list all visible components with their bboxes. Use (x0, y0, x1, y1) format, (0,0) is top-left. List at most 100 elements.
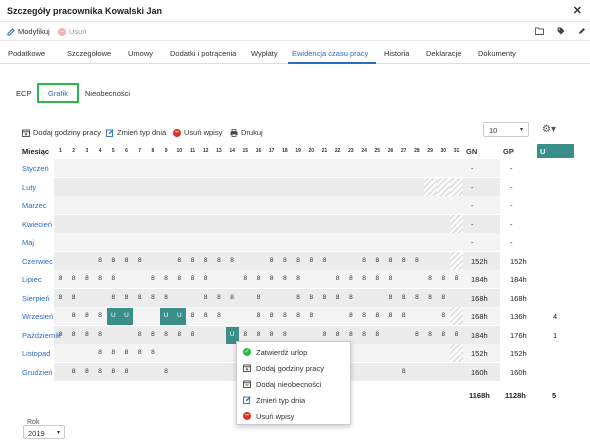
menu-item-remove[interactable]: – Usuń wpisy (243, 408, 294, 424)
day-cell[interactable]: 8 (160, 275, 173, 282)
vacation-day-cell[interactable]: U (172, 308, 186, 325)
tab-szczegolowe[interactable]: Szczegółowe (67, 49, 111, 58)
day-cell[interactable]: 8 (80, 331, 93, 338)
day-cell[interactable]: 8 (94, 331, 107, 338)
day-cell[interactable]: 8 (278, 257, 291, 264)
month-link[interactable]: Listopad (22, 349, 50, 358)
day-cell[interactable]: 8 (371, 331, 384, 338)
month-link[interactable]: Maj (22, 238, 34, 247)
day-cell[interactable]: 8 (212, 294, 225, 301)
day-cell[interactable]: 8 (252, 294, 265, 301)
day-cell[interactable]: 8 (173, 257, 186, 264)
day-cell[interactable]: 8 (371, 275, 384, 282)
menu-item-change-day[interactable]: Zmień typ dnia (243, 392, 305, 408)
day-cell[interactable]: 8 (397, 368, 410, 375)
day-cell[interactable]: 8 (318, 331, 331, 338)
day-cell[interactable]: 8 (199, 294, 212, 301)
day-cell[interactable]: 8 (292, 257, 305, 264)
day-cell[interactable]: 8 (371, 257, 384, 264)
change-day-button[interactable]: Zmień typ dnia (106, 128, 166, 137)
day-cell[interactable]: 8 (450, 275, 463, 282)
vacation-day-cell[interactable]: U (106, 308, 120, 325)
day-cell[interactable]: 8 (120, 294, 133, 301)
day-cell[interactable]: 8 (186, 331, 199, 338)
subtab-nieobecnosci[interactable]: Nieobecności (85, 89, 130, 98)
day-cell[interactable]: 8 (160, 294, 173, 301)
day-cell[interactable]: 8 (305, 294, 318, 301)
month-link[interactable]: Kwiecień (22, 220, 52, 229)
day-cell[interactable]: 8 (437, 312, 450, 319)
day-cell[interactable]: 8 (67, 331, 80, 338)
tab-umowy[interactable]: Umowy (128, 49, 153, 58)
day-cell[interactable]: 8 (239, 331, 252, 338)
day-cell[interactable]: 8 (133, 349, 146, 356)
day-cell[interactable]: 8 (344, 275, 357, 282)
day-cell[interactable]: 8 (226, 257, 239, 264)
day-cell[interactable]: 8 (410, 331, 423, 338)
day-cell[interactable]: 8 (292, 294, 305, 301)
day-cell[interactable]: 8 (292, 275, 305, 282)
day-cell[interactable]: 8 (424, 294, 437, 301)
month-link[interactable]: Czerwiec (22, 257, 53, 266)
day-cell[interactable]: 8 (252, 331, 265, 338)
year-select[interactable]: 2019 ▾ (23, 425, 65, 439)
day-cell[interactable]: 8 (437, 294, 450, 301)
close-icon[interactable]: ✕ (573, 4, 582, 17)
day-cell[interactable]: 8 (54, 331, 67, 338)
day-cell[interactable]: 8 (133, 294, 146, 301)
day-cell[interactable]: 8 (384, 294, 397, 301)
day-cell[interactable]: 8 (265, 331, 278, 338)
day-cell[interactable]: 8 (54, 275, 67, 282)
day-cell[interactable]: 8 (410, 257, 423, 264)
tab-deklaracje[interactable]: Deklaracje (426, 49, 461, 58)
day-cell[interactable]: 8 (358, 331, 371, 338)
tab-wyplaty[interactable]: Wypłaty (251, 49, 278, 58)
day-cell[interactable]: 8 (94, 257, 107, 264)
day-cell[interactable]: 8 (146, 331, 159, 338)
tab-historia[interactable]: Historia (384, 49, 409, 58)
day-cell[interactable]: 8 (146, 349, 159, 356)
tab-podatkowe[interactable]: Podatkowe (8, 49, 45, 58)
tag-icon[interactable] (557, 27, 565, 37)
day-cell[interactable]: 8 (94, 312, 107, 319)
day-cell[interactable]: 8 (305, 312, 318, 319)
day-cell[interactable]: 8 (410, 294, 423, 301)
remove-entries-button[interactable]: – Usuń wpisy (173, 128, 222, 137)
day-cell[interactable]: 8 (186, 312, 199, 319)
day-cell[interactable]: 8 (146, 294, 159, 301)
page-size-select[interactable]: 10 ▾ (483, 122, 529, 137)
month-link[interactable]: Sierpień (22, 294, 50, 303)
day-cell[interactable]: 8 (107, 349, 120, 356)
day-cell[interactable]: 8 (120, 368, 133, 375)
day-cell[interactable]: 8 (331, 331, 344, 338)
day-cell[interactable]: 8 (265, 257, 278, 264)
day-cell[interactable]: 8 (371, 312, 384, 319)
day-cell[interactable]: 8 (67, 312, 80, 319)
day-cell[interactable]: 8 (384, 257, 397, 264)
subtab-ecp[interactable]: ECP (16, 89, 31, 98)
day-cell[interactable]: 8 (80, 275, 93, 282)
day-cell[interactable]: 8 (199, 257, 212, 264)
day-cell[interactable]: 8 (67, 275, 80, 282)
day-cell[interactable]: 8 (160, 331, 173, 338)
day-cell[interactable]: 8 (424, 275, 437, 282)
day-cell[interactable]: 8 (344, 312, 357, 319)
day-cell[interactable]: 8 (331, 294, 344, 301)
day-cell[interactable]: 8 (94, 368, 107, 375)
day-cell[interactable]: 8 (305, 257, 318, 264)
day-cell[interactable]: 8 (278, 331, 291, 338)
day-cell[interactable]: 8 (212, 312, 225, 319)
day-cell[interactable]: 8 (186, 275, 199, 282)
day-cell[interactable]: 8 (107, 257, 120, 264)
day-cell[interactable]: 8 (80, 368, 93, 375)
day-cell[interactable]: 8 (107, 294, 120, 301)
print-button[interactable]: Drukuj (230, 128, 263, 137)
pencil-icon[interactable] (578, 27, 586, 37)
gear-icon[interactable]: ⚙▾ (542, 124, 556, 135)
day-cell[interactable]: 8 (265, 275, 278, 282)
day-cell[interactable]: 8 (120, 349, 133, 356)
day-cell[interactable]: 8 (146, 275, 159, 282)
day-cell[interactable]: 8 (252, 275, 265, 282)
day-cell[interactable]: 8 (133, 331, 146, 338)
day-cell[interactable]: 8 (397, 294, 410, 301)
